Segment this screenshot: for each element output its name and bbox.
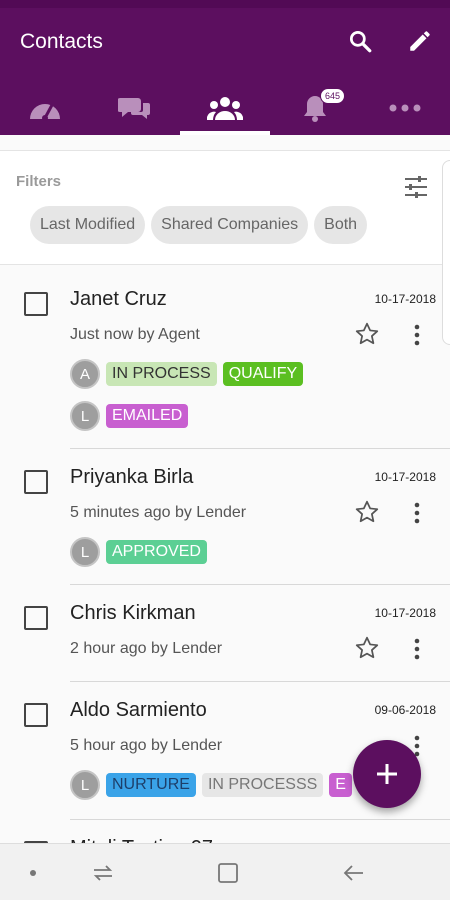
tag-row: A IN PROCESS QUALIFY <box>70 359 304 389</box>
contact-subtitle: 5 hour ago by Lender <box>70 737 223 754</box>
tag-row: L NURTURE IN PROCESSS E <box>70 770 352 800</box>
contact-name: Priyanka Birla <box>70 466 194 488</box>
more-horizontal-icon <box>389 104 421 111</box>
nav-dot-button[interactable] <box>20 860 46 886</box>
avatar: L <box>70 537 100 567</box>
contact-name: Aldo Sarmiento <box>70 699 207 721</box>
star-icon[interactable] <box>354 635 380 661</box>
recent-apps-icon <box>93 865 113 881</box>
dashboard-icon <box>30 103 60 121</box>
tune-icon <box>405 176 427 198</box>
contact-date: 10-17-2018 <box>374 470 436 484</box>
select-checkbox[interactable] <box>24 606 48 630</box>
contact-subtitle: 2 hour ago by Lender <box>70 640 223 657</box>
list-item[interactable]: Chris Kirkman 10-17-2018 2 hour ago by L… <box>0 584 450 682</box>
search-button[interactable] <box>345 26 375 56</box>
filters-panel: Filters Last Modified Shared Companies B… <box>0 150 450 265</box>
dot-icon <box>30 870 36 876</box>
plus-icon <box>377 764 397 784</box>
list-item[interactable]: Priyanka Birla 10-17-2018 5 minutes ago … <box>0 448 450 585</box>
contact-date: 09-06-2018 <box>374 703 436 717</box>
tab-contacts[interactable] <box>180 80 270 135</box>
back-arrow-icon <box>343 865 363 881</box>
filter-settings-button[interactable] <box>403 175 429 199</box>
pencil-icon <box>410 31 430 51</box>
add-contact-button[interactable] <box>353 740 421 808</box>
tab-dashboard[interactable] <box>0 80 90 135</box>
search-icon <box>349 30 372 53</box>
home-button[interactable] <box>215 860 241 886</box>
more-vertical-icon[interactable] <box>410 323 424 347</box>
chat-icon <box>118 97 150 119</box>
filters-label: Filters <box>16 173 62 190</box>
status-tag: NURTURE <box>106 773 196 797</box>
people-icon <box>207 96 243 120</box>
avatar: L <box>70 401 100 431</box>
select-checkbox[interactable] <box>24 470 48 494</box>
avatar: L <box>70 770 100 800</box>
recent-apps-button[interactable] <box>90 860 116 886</box>
star-icon[interactable] <box>354 499 380 525</box>
contact-name: Chris Kirkman <box>70 602 196 624</box>
status-tag: IN PROCESS <box>106 362 217 386</box>
status-tag: IN PROCESSS <box>201 773 324 797</box>
more-vertical-icon[interactable] <box>410 637 424 661</box>
page-title: Contacts <box>20 30 103 53</box>
contact-name: Janet Cruz <box>70 288 167 310</box>
filter-chip-last-modified[interactable]: Last Modified <box>30 206 146 244</box>
app-bar: Contacts 645 <box>0 0 450 135</box>
tab-chat[interactable] <box>90 80 180 135</box>
filter-chip-shared-companies[interactable]: Shared Companies <box>151 206 309 244</box>
contact-subtitle: 5 minutes ago by Lender <box>70 504 247 521</box>
status-tag: E <box>329 773 352 797</box>
select-checkbox[interactable] <box>24 292 48 316</box>
status-bar <box>0 0 450 8</box>
tab-notifications[interactable]: 645 <box>270 80 360 135</box>
status-tag: APPROVED <box>106 540 207 564</box>
edit-button[interactable] <box>405 26 435 56</box>
back-button[interactable] <box>340 860 366 886</box>
star-icon[interactable] <box>354 321 380 347</box>
list-item[interactable]: Janet Cruz 10-17-2018 Just now by Agent … <box>0 270 450 449</box>
contact-subtitle: Just now by Agent <box>70 326 200 343</box>
status-tag: QUALIFY <box>222 362 304 386</box>
tab-bar: 645 <box>0 80 450 135</box>
contact-date: 10-17-2018 <box>374 606 436 620</box>
select-checkbox[interactable] <box>24 703 48 727</box>
tag-row: L EMAILED <box>70 401 189 431</box>
tab-more[interactable] <box>360 80 450 135</box>
home-square-icon <box>218 863 238 883</box>
filter-chips: Last Modified Shared Companies Both <box>30 206 368 244</box>
status-tag: EMAILED <box>106 404 189 428</box>
filter-chip-both[interactable]: Both <box>314 206 368 244</box>
system-nav-bar <box>0 843 450 900</box>
more-vertical-icon[interactable] <box>410 501 424 525</box>
notification-badge: 645 <box>320 88 346 104</box>
contact-date: 10-17-2018 <box>374 292 436 306</box>
avatar: A <box>70 359 100 389</box>
tag-row: L APPROVED <box>70 537 207 567</box>
